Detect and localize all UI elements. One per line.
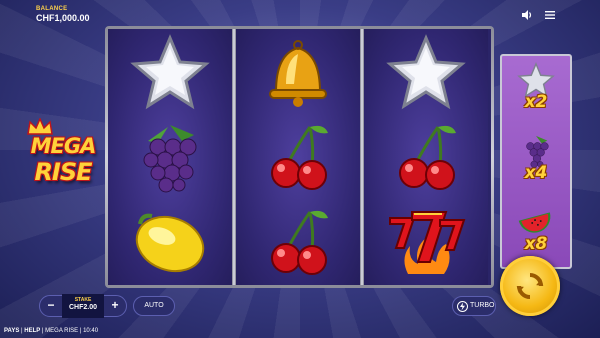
reels-area <box>108 29 491 285</box>
balance-label: BALANCE <box>36 6 68 12</box>
spin-arrows-icon <box>516 273 544 299</box>
cherries-icon <box>271 125 328 190</box>
spin-button[interactable] <box>500 256 560 316</box>
multiplier-label: x4 <box>524 163 548 183</box>
stake-value: CHF2.00 <box>68 304 97 311</box>
hamburger-menu-icon[interactable] <box>544 9 556 21</box>
reel-3-symbol-3-sevens[interactable] <box>364 199 488 284</box>
golden-bell-icon <box>269 39 327 107</box>
flaming-sevens-icon <box>389 210 466 274</box>
pays-link[interactable]: PAYS <box>4 328 19 334</box>
help-link[interactable]: HELP <box>24 328 40 334</box>
reels-frame <box>105 26 494 288</box>
reel-1-symbol-3-lemon[interactable] <box>108 199 232 284</box>
multiplier-label: x2 <box>524 92 548 112</box>
logo-mega-text: MEGA <box>30 134 97 158</box>
multiplier-panel: x2 x4 x8 <box>500 54 572 269</box>
reel-3-symbol-1-star[interactable] <box>364 29 488 114</box>
stake-display: STAKE CHF2.00 <box>62 294 104 318</box>
game-logo: MEGA RISE <box>14 118 112 198</box>
turbo-button[interactable]: TURBO <box>452 296 496 316</box>
silver-star-icon <box>130 33 210 109</box>
balance-value: CHF1,000.00 <box>36 13 90 23</box>
autoplay-button[interactable]: AUTO <box>133 296 175 316</box>
reel-3 <box>364 29 488 285</box>
game-name: MEGA RISE <box>45 328 79 334</box>
logo-rise-text: RISE <box>34 158 92 186</box>
multiplier-label: x8 <box>524 234 548 254</box>
reel-1-symbol-1-star[interactable] <box>108 29 232 114</box>
cherries-icon <box>271 210 328 275</box>
reel-2-symbol-3-cherries[interactable] <box>236 199 360 284</box>
multiplier-x2: x2 <box>502 56 570 126</box>
stake-label: STAKE <box>74 297 92 303</box>
reel-2 <box>236 29 360 285</box>
lemon-icon <box>135 213 205 272</box>
speaker-icon[interactable] <box>521 9 533 21</box>
reel-2-symbol-2-cherries[interactable] <box>236 114 360 199</box>
silver-star-icon <box>386 33 466 109</box>
clock: 10:40 <box>83 328 99 334</box>
lightning-icon <box>457 301 468 312</box>
stake-control: − STAKE CHF2.00 + <box>39 294 127 318</box>
grapes-icon <box>143 124 197 192</box>
turbo-label: TURBO <box>470 302 495 309</box>
multiplier-x4: x4 <box>502 127 570 197</box>
reel-3-symbol-2-cherries[interactable] <box>364 114 488 199</box>
increase-stake-button[interactable]: + <box>106 297 124 315</box>
decrease-stake-button[interactable]: − <box>42 297 60 315</box>
footer-bar: PAYS | HELP | MEGA RISE | 10:40 <box>4 328 98 334</box>
reel-1-symbol-2-grapes[interactable] <box>108 114 232 199</box>
reel-2-symbol-1-bell[interactable] <box>236 29 360 114</box>
cherries-icon <box>399 125 456 190</box>
reel-1 <box>108 29 232 285</box>
